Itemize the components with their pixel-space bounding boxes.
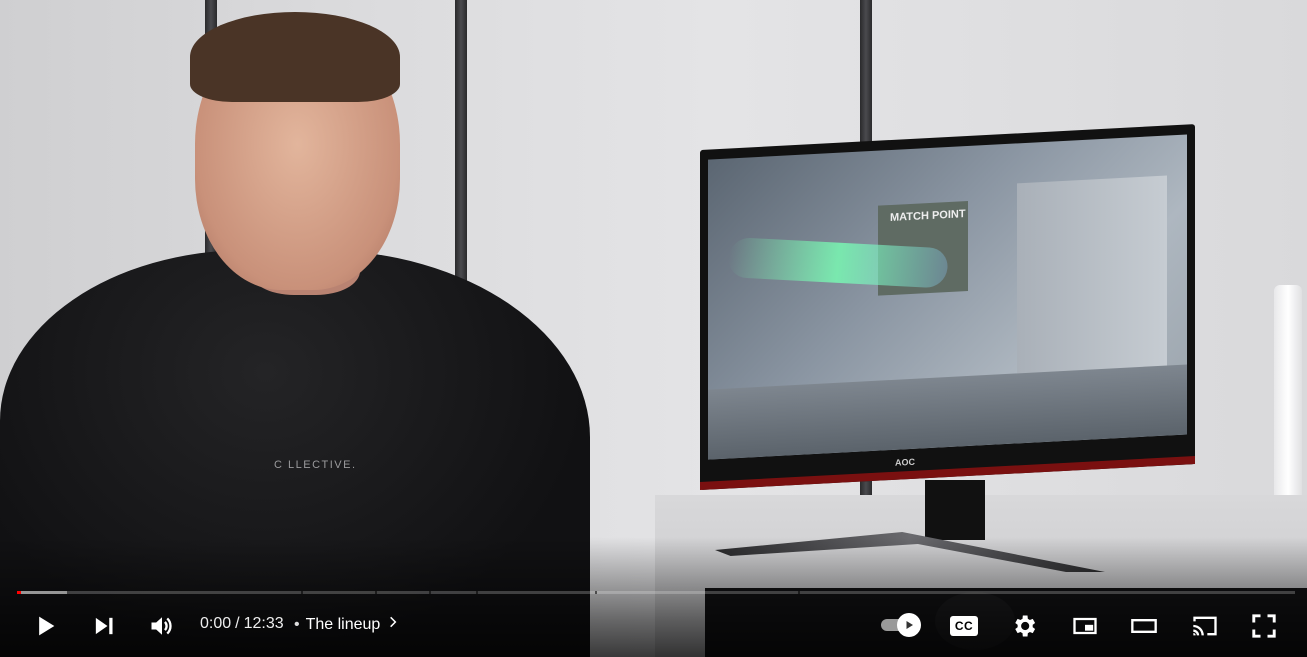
game-floor [708,364,1187,460]
monitor-screen: MATCH POINT [708,134,1187,460]
control-bar: 0:00/12:33 • The lineup CC [0,600,1307,650]
subtitles-button[interactable]: CC [946,608,982,644]
autoplay-knob [897,613,921,637]
cc-icon: CC [950,616,978,636]
play-button[interactable] [27,608,63,644]
next-icon [95,617,113,635]
fullscreen-icon [1252,614,1276,638]
video-player[interactable]: MATCH POINT AOC C LLECTIVE. 0:00 / 12:33… [0,0,1307,657]
gear-icon [1015,615,1036,637]
monitor-stand-neck [925,480,985,540]
chapter-marker [428,591,431,594]
chapter-title-button[interactable]: • The lineup [294,615,400,634]
person-hair [190,12,400,102]
play-icon [39,616,55,636]
progress-played [17,591,21,594]
chapter-separator: • [294,615,300,633]
progress-bar[interactable] [17,591,1295,594]
chapter-marker [475,591,478,594]
monitor: MATCH POINT AOC [700,124,1195,490]
chapter-marker [594,591,597,594]
duration: 12:33 [243,615,284,632]
mute-button[interactable] [144,608,180,644]
chapter-title: The lineup [305,615,381,633]
chapter-marker [374,591,377,594]
autoplay-toggle-icon [906,621,913,629]
chapter-marker [797,591,800,594]
chapter-marker [300,591,303,594]
current-time: 0:00 [200,615,232,632]
hoodie-print: C LLECTIVE. [274,459,357,471]
settings-button[interactable] [1006,608,1042,644]
next-button[interactable] [86,608,122,644]
time-display: 0:00/12:33 [200,615,284,633]
theater-mode-icon [1131,619,1157,633]
progress-buffered [17,591,67,594]
theater-mode-button[interactable] [1126,608,1162,644]
volume-icon [151,617,172,635]
cast-icon [1193,616,1217,636]
fullscreen-button[interactable] [1246,608,1282,644]
wall-pole [455,0,467,300]
miniplayer-icon [1073,617,1097,635]
chevron-right-icon [386,615,400,634]
autoplay-toggle[interactable] [879,613,923,637]
monitor-brand-logo: AOC [895,456,915,468]
time-separator: / [235,615,240,632]
miniplayer-button[interactable] [1067,608,1103,644]
cast-button[interactable] [1187,608,1223,644]
